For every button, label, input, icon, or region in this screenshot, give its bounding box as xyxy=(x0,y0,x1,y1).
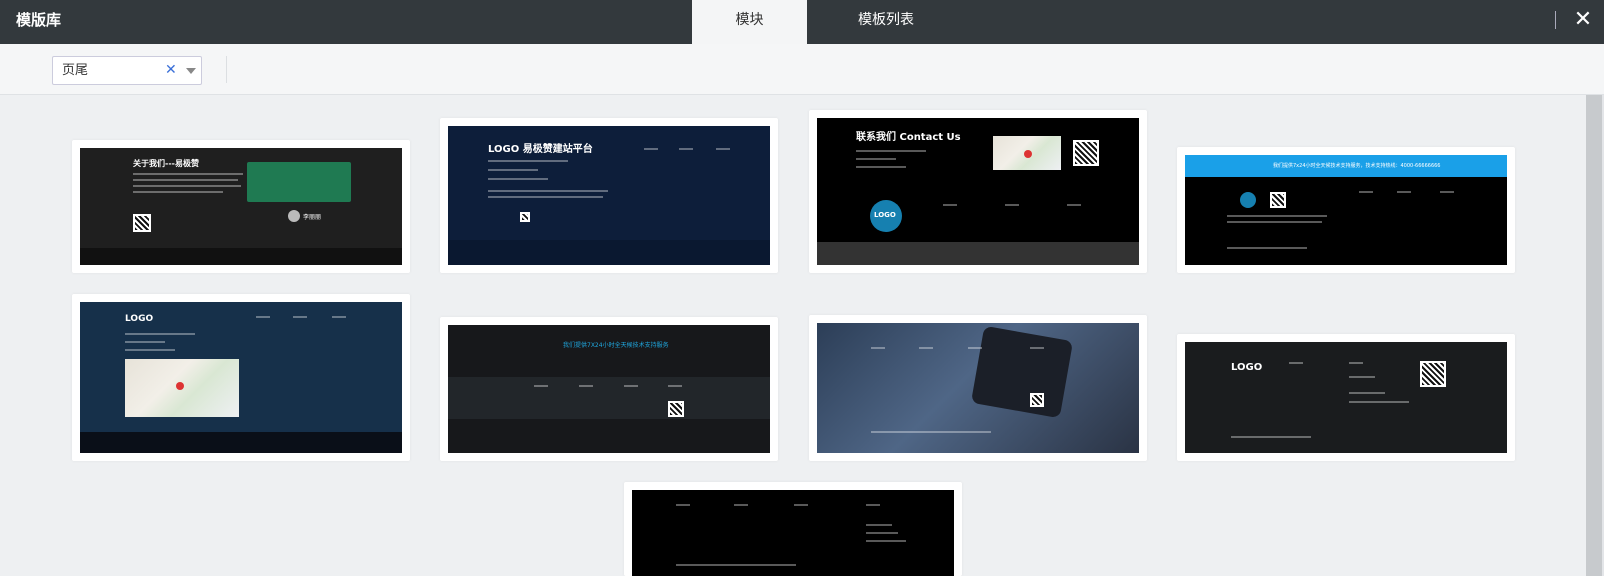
template-card[interactable] xyxy=(809,315,1147,461)
template-heading: 我们提供7X24小时全天候技术支持服务 xyxy=(563,342,669,349)
template-logo: LOGO xyxy=(870,200,902,232)
category-select-value: 页尾 xyxy=(62,63,89,78)
template-heading: LOGO 易极赞建站平台 xyxy=(488,144,593,155)
template-card[interactable]: LOGO xyxy=(1177,334,1515,461)
chevron-down-icon[interactable] xyxy=(186,68,196,74)
category-select[interactable]: 页尾 ✕ xyxy=(52,56,202,85)
template-card[interactable]: 关于我们---易极赞 李丽丽 xyxy=(72,140,410,273)
top-bar: 模版库 模块 模板列表 ✕ xyxy=(0,0,1604,44)
template-thumbnail: 我们提供7X24小时全天候技术支持服务 xyxy=(448,325,770,453)
template-heading: 联系我们 Contact Us xyxy=(856,132,961,143)
top-divider xyxy=(1555,11,1556,29)
template-heading: 我们提供7x24小时全天候技术支持服务，技术支持热线：4000-66666666 xyxy=(1273,163,1441,169)
filter-bar: 页尾 ✕ xyxy=(0,44,1604,95)
template-thumbnail: 我们提供7x24小时全天候技术支持服务，技术支持热线：4000-66666666 xyxy=(1185,155,1507,265)
filter-divider xyxy=(226,56,227,83)
template-thumbnail: LOGO xyxy=(1185,342,1507,453)
template-heading: 关于我们---易极赞 xyxy=(133,159,199,168)
scrollbar-thumb[interactable] xyxy=(1586,95,1602,576)
tab-modules[interactable]: 模块 xyxy=(692,0,807,44)
app-title: 模版库 xyxy=(16,11,62,29)
template-card[interactable]: 我们提供7x24小时全天候技术支持服务，技术支持热线：4000-66666666 xyxy=(1177,147,1515,273)
template-heading: LOGO xyxy=(1231,362,1263,373)
template-card[interactable]: 我们提供7X24小时全天候技术支持服务 xyxy=(440,317,778,461)
template-card[interactable]: LOGO 易极赞建站平台 xyxy=(440,118,778,273)
template-author: 李丽丽 xyxy=(303,214,322,221)
template-card[interactable] xyxy=(624,482,962,576)
template-thumbnail: LOGO xyxy=(80,302,402,453)
template-heading: LOGO xyxy=(125,314,154,324)
template-thumbnail xyxy=(632,490,954,576)
template-thumbnail: 联系我们 Contact Us LOGO xyxy=(817,118,1139,265)
template-card[interactable]: 联系我们 Contact Us LOGO xyxy=(809,110,1147,273)
template-thumbnail: LOGO 易极赞建站平台 xyxy=(448,126,770,265)
clear-x-icon[interactable]: ✕ xyxy=(165,57,177,84)
template-thumbnail xyxy=(817,323,1139,453)
tab-template-list[interactable]: 模板列表 xyxy=(826,0,946,44)
template-thumbnail: 关于我们---易极赞 李丽丽 xyxy=(80,148,402,265)
close-icon[interactable]: ✕ xyxy=(1571,8,1595,32)
template-card[interactable]: LOGO xyxy=(72,294,410,461)
scrollbar[interactable] xyxy=(1586,95,1604,576)
